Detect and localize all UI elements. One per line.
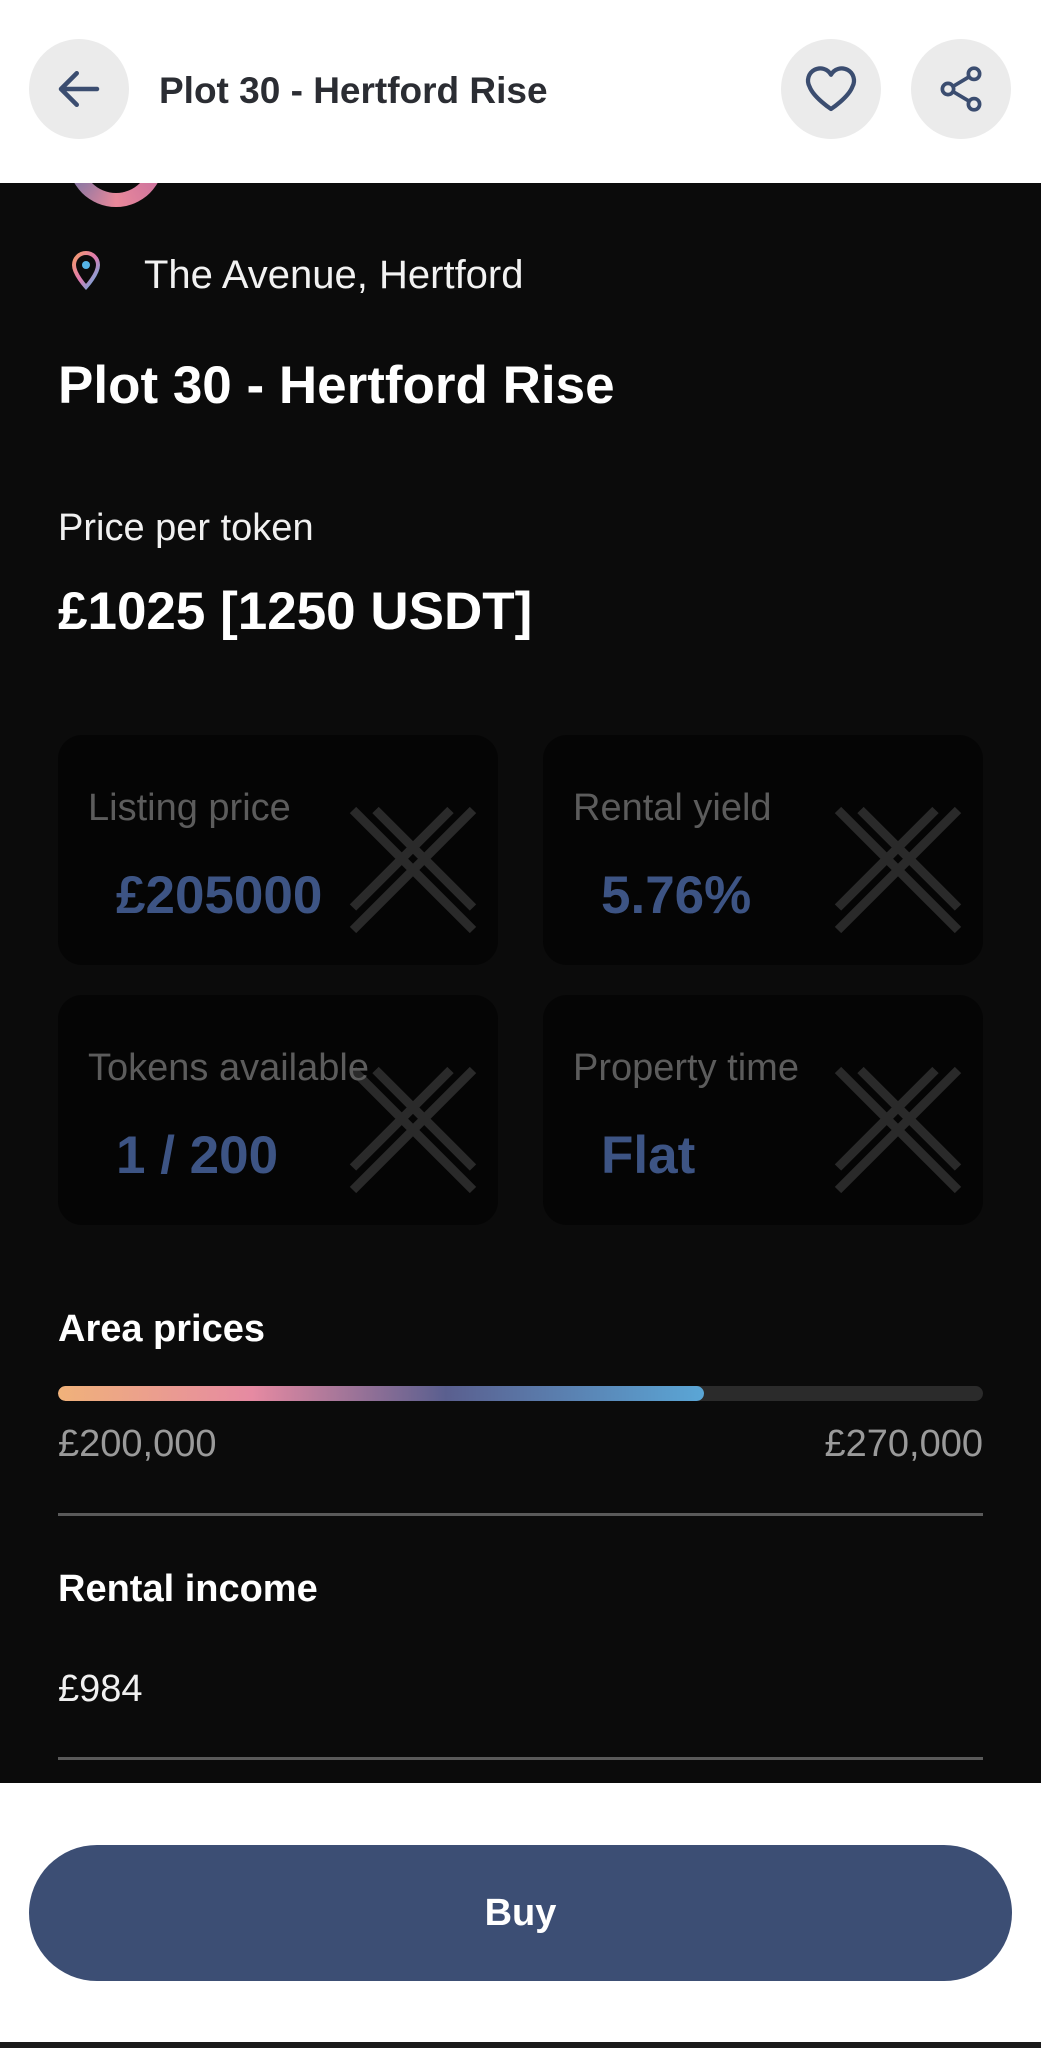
share-icon <box>940 66 982 112</box>
price-per-token-label: Price per token <box>58 507 314 549</box>
x-watermark-icon <box>834 806 962 934</box>
x-watermark-icon <box>349 806 477 934</box>
rental-income-value: £984 <box>58 1668 143 1710</box>
heart-outline-icon <box>805 66 857 112</box>
location-pin-icon <box>72 251 100 290</box>
card-value: Flat <box>601 1126 696 1185</box>
card-label: Listing price <box>88 787 291 829</box>
header-title: Plot 30 - Hertford Rise <box>159 70 548 111</box>
tokens-available-card: Tokens available 1 / 200 <box>58 995 498 1225</box>
area-price-min: £200,000 <box>58 1423 217 1465</box>
top-app-bar: Plot 30 - Hertford Rise <box>0 0 1041 183</box>
card-value: 1 / 200 <box>116 1126 279 1185</box>
location-text: The Avenue, Hertford <box>144 253 524 297</box>
property-title: Plot 30 - Hertford Rise <box>58 356 615 415</box>
card-value: 5.76% <box>601 866 752 925</box>
property-avatar <box>68 183 164 207</box>
share-button[interactable] <box>911 39 1011 139</box>
card-label: Property time <box>573 1047 799 1089</box>
area-prices-title: Area prices <box>58 1308 266 1350</box>
rental-yield-card: Rental yield 5.76% <box>543 735 983 965</box>
location-pin-row <box>72 251 100 291</box>
area-price-max: £270,000 <box>824 1423 984 1465</box>
favorite-button[interactable] <box>781 39 881 139</box>
card-label: Tokens available <box>88 1047 369 1089</box>
divider <box>58 1757 983 1760</box>
x-watermark-icon <box>834 1066 962 1194</box>
system-bar <box>0 2042 1041 2048</box>
property-time-card: Property time Flat <box>543 995 983 1225</box>
buy-button[interactable]: Buy <box>29 1845 1012 1981</box>
area-price-bar-fill <box>58 1386 704 1401</box>
arrow-left-icon <box>58 71 100 107</box>
divider <box>58 1513 983 1516</box>
card-label: Rental yield <box>573 787 772 829</box>
property-details: The Avenue, Hertford Plot 30 - Hertford … <box>0 183 1041 1783</box>
listing-price-card: Listing price £205000 <box>58 735 498 965</box>
rental-income-title: Rental income <box>58 1568 318 1610</box>
card-value: £205000 <box>116 866 323 925</box>
price-per-token-value: £1025 [1250 USDT] <box>58 582 533 641</box>
back-button[interactable] <box>29 39 129 139</box>
area-price-bar <box>58 1386 983 1401</box>
